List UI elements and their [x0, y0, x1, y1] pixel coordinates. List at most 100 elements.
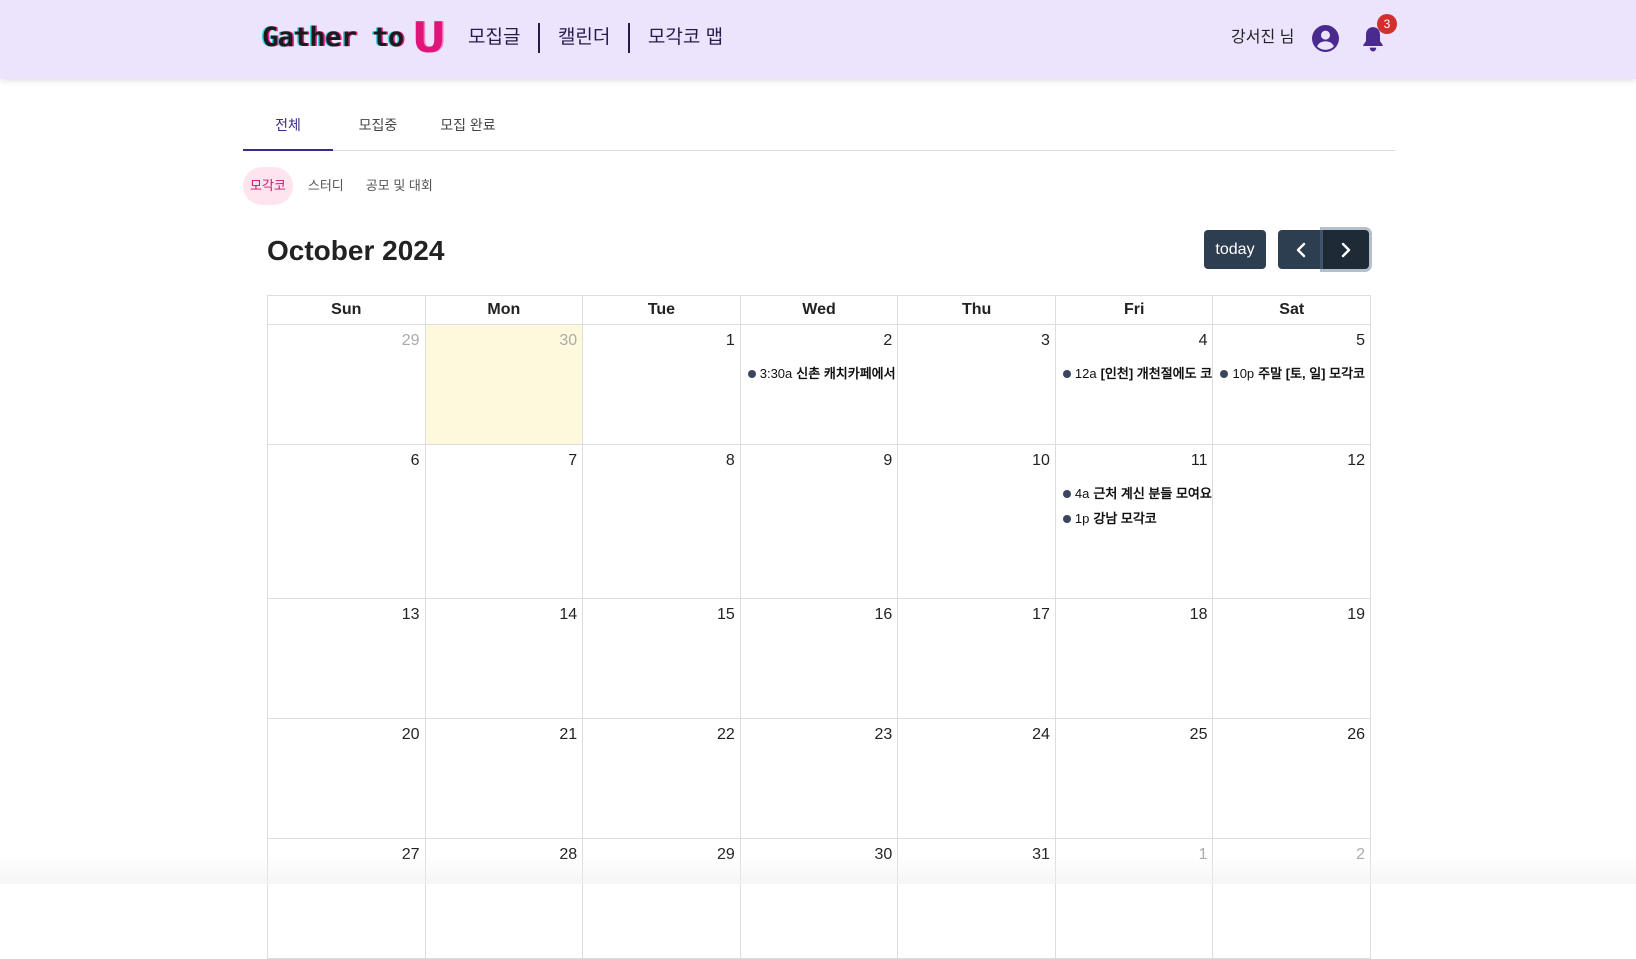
- day-cell[interactable]: 10: [898, 445, 1056, 599]
- day-cell[interactable]: 2 3:30a 신촌 캐치카페에서: [740, 325, 899, 445]
- calendar-event[interactable]: 12a [인천] 개천절에도 코: [1062, 361, 1213, 386]
- day-number[interactable]: 20: [402, 726, 420, 744]
- day-number[interactable]: 24: [1032, 726, 1050, 744]
- day-number[interactable]: 1: [726, 332, 735, 350]
- day-number[interactable]: 26: [1347, 726, 1365, 744]
- day-cell[interactable]: 7: [425, 445, 584, 599]
- day-cell[interactable]: 6: [268, 445, 426, 599]
- day-cell[interactable]: 4 12a [인천] 개천절에도 코: [1055, 325, 1214, 445]
- chip-contest[interactable]: 공모 및 대회: [359, 167, 440, 205]
- day-cell[interactable]: 23: [740, 719, 899, 839]
- day-cell[interactable]: 27: [268, 839, 426, 959]
- day-number[interactable]: 18: [1190, 606, 1208, 624]
- today-button[interactable]: today: [1204, 230, 1266, 269]
- nav-item-map[interactable]: 모각코 맵: [630, 23, 741, 53]
- day-number[interactable]: 29: [717, 846, 735, 864]
- day-number[interactable]: 30: [559, 332, 577, 350]
- day-cell[interactable]: 2: [1213, 839, 1372, 959]
- chip-mogakco[interactable]: 모각코: [243, 167, 293, 205]
- day-number[interactable]: 5: [1356, 332, 1365, 350]
- day-number[interactable]: 27: [402, 846, 420, 864]
- event-list: 3:30a 신촌 캐치카페에서: [747, 361, 898, 386]
- event-dot-icon: [1062, 489, 1071, 498]
- event-dot-icon: [747, 369, 756, 378]
- account-circle-icon[interactable]: [1312, 25, 1339, 52]
- day-number[interactable]: 10: [1032, 452, 1050, 470]
- day-cell[interactable]: 30: [740, 839, 899, 959]
- day-cell[interactable]: 13: [268, 599, 426, 719]
- day-number[interactable]: 1: [1199, 846, 1208, 864]
- day-cell[interactable]: 26: [1213, 719, 1372, 839]
- day-number[interactable]: 15: [717, 606, 735, 624]
- day-cell[interactable]: 29: [583, 839, 741, 959]
- day-cell[interactable]: 28: [425, 839, 584, 959]
- category-chips: 모각코 스터디 공모 및 대회: [243, 167, 448, 205]
- day-number[interactable]: 29: [402, 332, 420, 350]
- tab-all[interactable]: 전체: [243, 105, 333, 151]
- day-cell[interactable]: 19: [1213, 599, 1372, 719]
- day-cell[interactable]: 16: [740, 599, 899, 719]
- day-cell[interactable]: 20: [268, 719, 426, 839]
- day-number[interactable]: 23: [875, 726, 893, 744]
- tab-completed[interactable]: 모집 완료: [423, 105, 513, 150]
- prev-month-button[interactable]: [1278, 230, 1323, 269]
- day-number[interactable]: 8: [726, 452, 735, 470]
- day-number[interactable]: 2: [1356, 846, 1365, 864]
- day-number[interactable]: 30: [875, 846, 893, 864]
- next-month-button[interactable]: [1323, 230, 1369, 269]
- day-number[interactable]: 22: [717, 726, 735, 744]
- calendar-grid: Sun Mon Tue Wed Thu Fri Sat 29 30 1 2 3:30a 신촌 캐치카페…: [267, 295, 1372, 959]
- day-cell[interactable]: 9: [740, 445, 899, 599]
- day-number[interactable]: 4: [1199, 332, 1208, 350]
- day-cell[interactable]: 22: [583, 719, 741, 839]
- day-cell[interactable]: 29: [268, 325, 426, 445]
- logo-u: U: [411, 13, 446, 62]
- nav-item-posts[interactable]: 모집글: [450, 23, 538, 53]
- day-number[interactable]: 21: [559, 726, 577, 744]
- event-title: 근처 계신 분들 모여요: [1093, 486, 1212, 501]
- tab-recruiting[interactable]: 모집중: [333, 105, 423, 150]
- day-cell[interactable]: 15: [583, 599, 741, 719]
- calendar-event[interactable]: 4a 근처 계신 분들 모여요: [1062, 481, 1213, 506]
- event-time: 4a: [1074, 486, 1090, 501]
- day-cell[interactable]: 17: [898, 599, 1056, 719]
- day-number[interactable]: 25: [1190, 726, 1208, 744]
- day-number[interactable]: 13: [402, 606, 420, 624]
- day-cell[interactable]: 1: [583, 325, 741, 445]
- day-number[interactable]: 7: [568, 452, 577, 470]
- chip-study[interactable]: 스터디: [301, 167, 351, 205]
- day-cell[interactable]: 25: [1055, 719, 1214, 839]
- day-number[interactable]: 19: [1347, 606, 1365, 624]
- day-number[interactable]: 12: [1347, 452, 1365, 470]
- day-cell[interactable]: 5 10p 주말 [토, 일] 모각코: [1213, 325, 1372, 445]
- day-cell[interactable]: 30: [425, 325, 584, 445]
- day-cell[interactable]: 21: [425, 719, 584, 839]
- day-cell[interactable]: 31: [898, 839, 1056, 959]
- nav-item-calendar[interactable]: 캘린더: [540, 23, 628, 53]
- calendar-event[interactable]: 1p 강남 모각코: [1062, 506, 1213, 531]
- day-number[interactable]: 14: [559, 606, 577, 624]
- day-cell[interactable]: 14: [425, 599, 584, 719]
- calendar-event[interactable]: 10p 주말 [토, 일] 모각코: [1220, 361, 1370, 386]
- day-cell[interactable]: 1: [1055, 839, 1214, 959]
- day-cell[interactable]: 24: [898, 719, 1056, 839]
- day-cell[interactable]: 12: [1213, 445, 1372, 599]
- day-number[interactable]: 3: [1041, 332, 1050, 350]
- day-number[interactable]: 28: [559, 846, 577, 864]
- day-number[interactable]: 11: [1191, 452, 1208, 470]
- day-cell[interactable]: 3: [898, 325, 1056, 445]
- day-number[interactable]: 2: [883, 332, 892, 350]
- day-number[interactable]: 17: [1032, 606, 1050, 624]
- day-number[interactable]: 6: [411, 452, 420, 470]
- day-number[interactable]: 16: [875, 606, 893, 624]
- weekday-header: Fri: [1055, 296, 1214, 325]
- day-number[interactable]: 9: [883, 452, 892, 470]
- event-time: 10p: [1232, 366, 1255, 381]
- calendar-event[interactable]: 3:30a 신촌 캐치카페에서: [747, 361, 898, 386]
- day-cell[interactable]: 11 4a 근처 계신 분들 모여요 1p 강남 모각코: [1055, 445, 1214, 599]
- logo[interactable]: Gather to U: [262, 13, 446, 62]
- day-number[interactable]: 31: [1032, 846, 1050, 864]
- main-nav: 모집글 캘린더 모각코 맵: [450, 22, 741, 54]
- day-cell[interactable]: 18: [1055, 599, 1214, 719]
- day-cell[interactable]: 8: [583, 445, 741, 599]
